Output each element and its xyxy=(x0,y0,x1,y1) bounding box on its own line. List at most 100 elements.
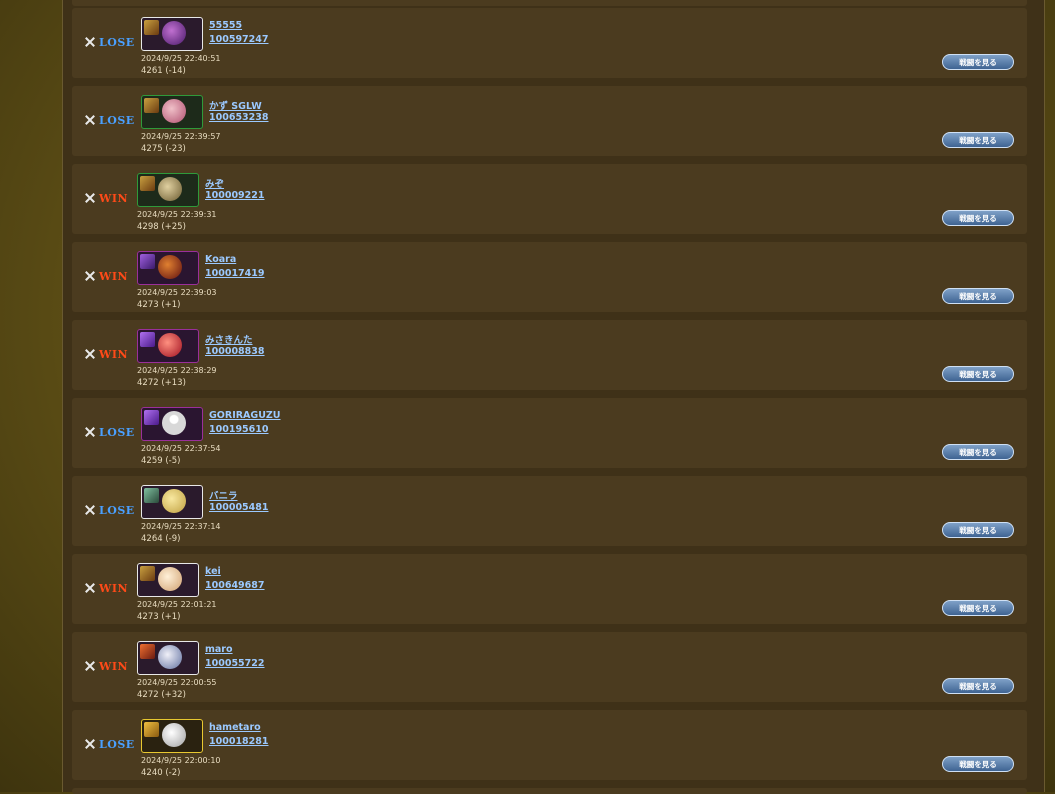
opponent-name-link[interactable]: 55555 xyxy=(209,20,242,31)
rank-badge-icon xyxy=(140,644,155,659)
battle-card: LOSE かず SGLW 100653238 2024/9/25 22:39:5… xyxy=(72,86,1027,156)
battle-result: LOSE xyxy=(84,35,135,49)
opponent-avatar[interactable] xyxy=(141,407,203,441)
opponent-id-link[interactable]: 100009221 xyxy=(205,190,265,201)
view-battle-button[interactable]: 戦闘を見る xyxy=(942,522,1014,538)
battle-result: WIN xyxy=(84,269,129,283)
result-label: LOSE xyxy=(99,737,135,751)
battle-datetime: 2024/9/25 22:39:31 xyxy=(137,210,217,219)
crossed-swords-icon xyxy=(84,270,96,282)
opponent-avatar[interactable] xyxy=(141,95,203,129)
monster-icon xyxy=(158,177,182,201)
battle-datetime: 2024/9/25 22:00:10 xyxy=(141,756,221,765)
opponent-name-link[interactable]: GORIRAGUZU xyxy=(209,410,281,421)
opponent-name-link[interactable]: maro xyxy=(205,644,233,655)
crossed-swords-icon xyxy=(84,114,96,126)
result-label: WIN xyxy=(99,659,129,673)
battle-datetime: 2024/9/25 22:40:51 xyxy=(141,54,221,63)
view-battle-button[interactable]: 戦闘を見る xyxy=(942,366,1014,382)
view-battle-button[interactable]: 戦闘を見る xyxy=(942,132,1014,148)
opponent-id-link[interactable]: 100055722 xyxy=(205,658,265,669)
view-battle-button[interactable]: 戦闘を見る xyxy=(942,678,1014,694)
battle-datetime: 2024/9/25 22:00:55 xyxy=(137,678,217,687)
opponent-id-link[interactable]: 100597247 xyxy=(209,34,269,45)
opponent-avatar[interactable] xyxy=(137,173,199,207)
result-label: WIN xyxy=(99,269,129,283)
battle-card: LOSE バニラ 100005481 2024/9/25 22:37:14 42… xyxy=(72,476,1027,546)
battle-card-partial-bottom xyxy=(72,788,1027,794)
view-battle-button[interactable]: 戦闘を見る xyxy=(942,54,1014,70)
rating-score: 4272 (+32) xyxy=(137,690,186,700)
view-battle-button[interactable]: 戦闘を見る xyxy=(942,756,1014,772)
opponent-avatar[interactable] xyxy=(137,251,199,285)
opponent-name-link[interactable]: みさきんた xyxy=(205,332,253,346)
opponent-name-link[interactable]: バニラ xyxy=(209,488,238,502)
battle-datetime: 2024/9/25 22:39:03 xyxy=(137,288,217,297)
battle-result: WIN xyxy=(84,348,128,361)
crossed-swords-icon xyxy=(84,738,96,750)
battle-datetime: 2024/9/25 22:37:54 xyxy=(141,444,221,453)
rating-score: 4259 (-5) xyxy=(141,456,181,466)
battle-card: WIN みぞ 100009221 2024/9/25 22:39:31 4298… xyxy=(72,164,1027,234)
opponent-name-link[interactable]: Koara xyxy=(205,254,236,265)
battle-result: LOSE xyxy=(84,737,135,751)
monster-icon xyxy=(158,333,182,357)
rating-score: 4264 (-9) xyxy=(141,534,181,544)
rating-score: 4273 (+1) xyxy=(137,612,181,622)
battle-card: LOSE GORIRAGUZU 100195610 2024/9/25 22:3… xyxy=(72,398,1027,468)
opponent-avatar[interactable] xyxy=(141,485,203,519)
battle-datetime: 2024/9/25 22:39:57 xyxy=(141,132,221,141)
result-label: LOSE xyxy=(99,35,135,49)
monster-icon xyxy=(162,99,186,123)
rating-score: 4273 (+1) xyxy=(137,300,181,310)
opponent-id-link[interactable]: 100005481 xyxy=(209,502,269,513)
opponent-avatar[interactable] xyxy=(141,719,203,753)
view-battle-button[interactable]: 戦闘を見る xyxy=(942,444,1014,460)
opponent-id-link[interactable]: 100649687 xyxy=(205,580,265,591)
battle-datetime: 2024/9/25 22:01:21 xyxy=(137,600,217,609)
battle-card: WIN maro 100055722 2024/9/25 22:00:55 42… xyxy=(72,632,1027,702)
rank-badge-icon xyxy=(140,176,155,191)
result-label: LOSE xyxy=(99,425,135,439)
battle-history-panel: LOSE 55555 100597247 2024/9/25 22:40:51 … xyxy=(62,0,1045,794)
rating-score: 4272 (+13) xyxy=(137,378,186,388)
crossed-swords-icon xyxy=(84,426,96,438)
crossed-swords-icon xyxy=(84,36,96,48)
monster-icon xyxy=(162,21,186,45)
crossed-swords-icon xyxy=(84,348,96,360)
battle-card: LOSE 55555 100597247 2024/9/25 22:40:51 … xyxy=(72,8,1027,78)
opponent-id-link[interactable]: 100008838 xyxy=(205,346,265,357)
opponent-avatar[interactable] xyxy=(137,563,199,597)
rank-badge-icon xyxy=(144,98,159,113)
opponent-id-link[interactable]: 100018281 xyxy=(209,736,269,747)
crossed-swords-icon xyxy=(84,660,96,672)
result-label: WIN xyxy=(99,191,129,205)
opponent-avatar[interactable] xyxy=(137,641,199,675)
opponent-name-link[interactable]: kei xyxy=(205,566,221,577)
view-battle-button[interactable]: 戦闘を見る xyxy=(942,288,1014,304)
opponent-id-link[interactable]: 100195610 xyxy=(209,424,269,435)
rating-score: 4275 (-23) xyxy=(141,144,186,154)
battle-datetime: 2024/9/25 22:37:14 xyxy=(141,522,221,531)
view-battle-button[interactable]: 戦闘を見る xyxy=(942,600,1014,616)
dog-icon xyxy=(158,567,182,591)
crossed-swords-icon xyxy=(84,582,96,594)
battle-card: WIN kei 100649687 2024/9/25 22:01:21 427… xyxy=(72,554,1027,624)
rating-score: 4298 (+25) xyxy=(137,222,186,232)
opponent-name-link[interactable]: かず SGLW xyxy=(209,98,262,112)
opponent-id-link[interactable]: 100017419 xyxy=(205,268,265,279)
default-user-icon xyxy=(162,411,186,435)
crossed-swords-icon xyxy=(84,192,96,204)
monster-icon xyxy=(158,645,182,669)
battle-result: LOSE xyxy=(84,114,135,127)
opponent-name-link[interactable]: hametaro xyxy=(209,722,261,733)
opponent-avatar[interactable] xyxy=(141,17,203,51)
opponent-id-link[interactable]: 100653238 xyxy=(209,112,269,123)
opponent-avatar[interactable] xyxy=(137,329,199,363)
battle-card-partial-top xyxy=(72,0,1027,6)
opponent-name-link[interactable]: みぞ xyxy=(205,176,224,190)
battle-result: WIN xyxy=(84,582,128,595)
rank-badge-icon xyxy=(144,488,159,503)
monster-icon xyxy=(162,489,186,513)
view-battle-button[interactable]: 戦闘を見る xyxy=(942,210,1014,226)
